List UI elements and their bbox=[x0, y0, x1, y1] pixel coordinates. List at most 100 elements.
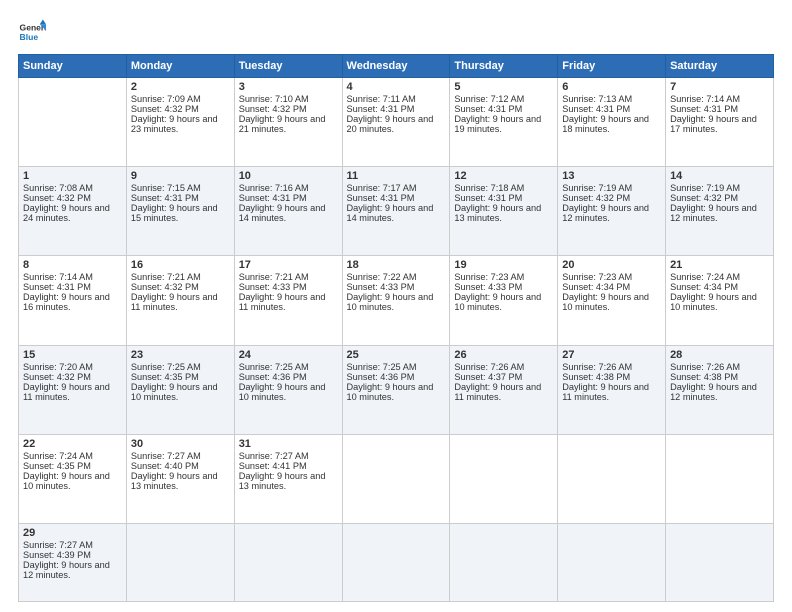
calendar-cell bbox=[450, 523, 558, 601]
daylight-label: Daylight: 9 hours and 13 minutes. bbox=[454, 203, 541, 223]
calendar-cell: 6 Sunrise: 7:13 AM Sunset: 4:31 PM Dayli… bbox=[558, 78, 666, 167]
day-number: 29 bbox=[23, 527, 122, 539]
daylight-label: Daylight: 9 hours and 17 minutes. bbox=[670, 114, 757, 134]
day-number: 19 bbox=[454, 259, 553, 271]
daylight-label: Daylight: 9 hours and 10 minutes. bbox=[454, 292, 541, 312]
sunset: Sunset: 4:33 PM bbox=[239, 282, 307, 292]
sunrise: Sunrise: 7:08 AM bbox=[23, 183, 93, 193]
daylight-label: Daylight: 9 hours and 11 minutes. bbox=[454, 382, 541, 402]
sunset: Sunset: 4:32 PM bbox=[670, 193, 738, 203]
sunrise: Sunrise: 7:11 AM bbox=[347, 94, 416, 104]
sunrise: Sunrise: 7:24 AM bbox=[23, 451, 93, 461]
calendar-cell bbox=[342, 434, 450, 523]
sunset: Sunset: 4:33 PM bbox=[347, 282, 415, 292]
calendar-cell: 8 Sunrise: 7:14 AM Sunset: 4:31 PM Dayli… bbox=[19, 256, 127, 345]
calendar-cell: 19 Sunrise: 7:23 AM Sunset: 4:33 PM Dayl… bbox=[450, 256, 558, 345]
daylight-label: Daylight: 9 hours and 15 minutes. bbox=[131, 203, 218, 223]
daylight-label: Daylight: 9 hours and 21 minutes. bbox=[239, 114, 326, 134]
calendar-cell bbox=[19, 78, 127, 167]
calendar-cell: 24 Sunrise: 7:25 AM Sunset: 4:36 PM Dayl… bbox=[234, 345, 342, 434]
calendar-cell: 1 Sunrise: 7:08 AM Sunset: 4:32 PM Dayli… bbox=[19, 167, 127, 256]
daylight-label: Daylight: 9 hours and 11 minutes. bbox=[23, 382, 110, 402]
daylight-label: Daylight: 9 hours and 12 minutes. bbox=[23, 560, 110, 580]
daylight-label: Daylight: 9 hours and 13 minutes. bbox=[239, 471, 326, 491]
sunset: Sunset: 4:32 PM bbox=[562, 193, 630, 203]
sunset: Sunset: 4:32 PM bbox=[23, 372, 91, 382]
sunset: Sunset: 4:32 PM bbox=[23, 193, 91, 203]
sunrise: Sunrise: 7:18 AM bbox=[454, 183, 524, 193]
daylight-label: Daylight: 9 hours and 12 minutes. bbox=[670, 203, 757, 223]
day-number: 20 bbox=[562, 259, 661, 271]
sunrise: Sunrise: 7:14 AM bbox=[670, 94, 740, 104]
sunrise: Sunrise: 7:13 AM bbox=[562, 94, 632, 104]
calendar-cell: 27 Sunrise: 7:26 AM Sunset: 4:38 PM Dayl… bbox=[558, 345, 666, 434]
sunrise: Sunrise: 7:19 AM bbox=[562, 183, 632, 193]
sunrise: Sunrise: 7:12 AM bbox=[454, 94, 524, 104]
sunrise: Sunrise: 7:23 AM bbox=[454, 272, 524, 282]
daylight-label: Daylight: 9 hours and 10 minutes. bbox=[670, 292, 757, 312]
day-number: 9 bbox=[131, 170, 230, 182]
sunrise: Sunrise: 7:25 AM bbox=[131, 362, 201, 372]
daylight-label: Daylight: 9 hours and 11 minutes. bbox=[562, 382, 649, 402]
calendar-cell: 18 Sunrise: 7:22 AM Sunset: 4:33 PM Dayl… bbox=[342, 256, 450, 345]
calendar-cell: 5 Sunrise: 7:12 AM Sunset: 4:31 PM Dayli… bbox=[450, 78, 558, 167]
daylight-label: Daylight: 9 hours and 10 minutes. bbox=[23, 471, 110, 491]
sunset: Sunset: 4:36 PM bbox=[347, 372, 415, 382]
page: General Blue SundayMondayTuesdayWednesda… bbox=[0, 0, 792, 612]
col-header-monday: Monday bbox=[126, 55, 234, 78]
sunrise: Sunrise: 7:22 AM bbox=[347, 272, 417, 282]
daylight-label: Daylight: 9 hours and 14 minutes. bbox=[347, 203, 434, 223]
calendar-cell bbox=[234, 523, 342, 601]
logo: General Blue bbox=[18, 18, 46, 46]
col-header-saturday: Saturday bbox=[666, 55, 774, 78]
daylight-label: Daylight: 9 hours and 10 minutes. bbox=[239, 382, 326, 402]
day-number: 27 bbox=[562, 349, 661, 361]
sunset: Sunset: 4:36 PM bbox=[239, 372, 307, 382]
sunrise: Sunrise: 7:25 AM bbox=[239, 362, 309, 372]
svg-text:Blue: Blue bbox=[20, 32, 39, 42]
col-header-wednesday: Wednesday bbox=[342, 55, 450, 78]
calendar-table: SundayMondayTuesdayWednesdayThursdayFrid… bbox=[18, 54, 774, 602]
calendar-cell: 12 Sunrise: 7:18 AM Sunset: 4:31 PM Dayl… bbox=[450, 167, 558, 256]
day-number: 30 bbox=[131, 438, 230, 450]
sunrise: Sunrise: 7:09 AM bbox=[131, 94, 201, 104]
calendar-cell: 13 Sunrise: 7:19 AM Sunset: 4:32 PM Dayl… bbox=[558, 167, 666, 256]
daylight-label: Daylight: 9 hours and 13 minutes. bbox=[131, 471, 218, 491]
day-number: 31 bbox=[239, 438, 338, 450]
sunrise: Sunrise: 7:14 AM bbox=[23, 272, 93, 282]
sunset: Sunset: 4:34 PM bbox=[670, 282, 738, 292]
calendar-cell: 15 Sunrise: 7:20 AM Sunset: 4:32 PM Dayl… bbox=[19, 345, 127, 434]
sunrise: Sunrise: 7:23 AM bbox=[562, 272, 632, 282]
day-number: 16 bbox=[131, 259, 230, 271]
sunset: Sunset: 4:31 PM bbox=[131, 193, 199, 203]
daylight-label: Daylight: 9 hours and 12 minutes. bbox=[562, 203, 649, 223]
calendar-cell bbox=[558, 434, 666, 523]
sunrise: Sunrise: 7:26 AM bbox=[562, 362, 632, 372]
daylight-label: Daylight: 9 hours and 18 minutes. bbox=[562, 114, 649, 134]
sunset: Sunset: 4:35 PM bbox=[23, 461, 91, 471]
sunset: Sunset: 4:41 PM bbox=[239, 461, 307, 471]
sunset: Sunset: 4:31 PM bbox=[454, 104, 522, 114]
calendar-cell: 29 Sunrise: 7:27 AM Sunset: 4:39 PM Dayl… bbox=[19, 523, 127, 601]
daylight-label: Daylight: 9 hours and 10 minutes. bbox=[562, 292, 649, 312]
col-header-sunday: Sunday bbox=[19, 55, 127, 78]
sunrise: Sunrise: 7:21 AM bbox=[131, 272, 201, 282]
calendar-cell: 31 Sunrise: 7:27 AM Sunset: 4:41 PM Dayl… bbox=[234, 434, 342, 523]
day-number: 12 bbox=[454, 170, 553, 182]
daylight-label: Daylight: 9 hours and 10 minutes. bbox=[347, 382, 434, 402]
day-number: 24 bbox=[239, 349, 338, 361]
day-number: 25 bbox=[347, 349, 446, 361]
calendar-cell: 23 Sunrise: 7:25 AM Sunset: 4:35 PM Dayl… bbox=[126, 345, 234, 434]
sunset: Sunset: 4:32 PM bbox=[131, 282, 199, 292]
calendar-cell: 7 Sunrise: 7:14 AM Sunset: 4:31 PM Dayli… bbox=[666, 78, 774, 167]
sunset: Sunset: 4:32 PM bbox=[131, 104, 199, 114]
daylight-label: Daylight: 9 hours and 16 minutes. bbox=[23, 292, 110, 312]
logo-icon: General Blue bbox=[18, 18, 46, 46]
sunset: Sunset: 4:34 PM bbox=[562, 282, 630, 292]
daylight-label: Daylight: 9 hours and 10 minutes. bbox=[347, 292, 434, 312]
day-number: 6 bbox=[562, 81, 661, 93]
calendar-cell: 21 Sunrise: 7:24 AM Sunset: 4:34 PM Dayl… bbox=[666, 256, 774, 345]
col-header-thursday: Thursday bbox=[450, 55, 558, 78]
sunset: Sunset: 4:31 PM bbox=[239, 193, 307, 203]
daylight-label: Daylight: 9 hours and 11 minutes. bbox=[239, 292, 326, 312]
